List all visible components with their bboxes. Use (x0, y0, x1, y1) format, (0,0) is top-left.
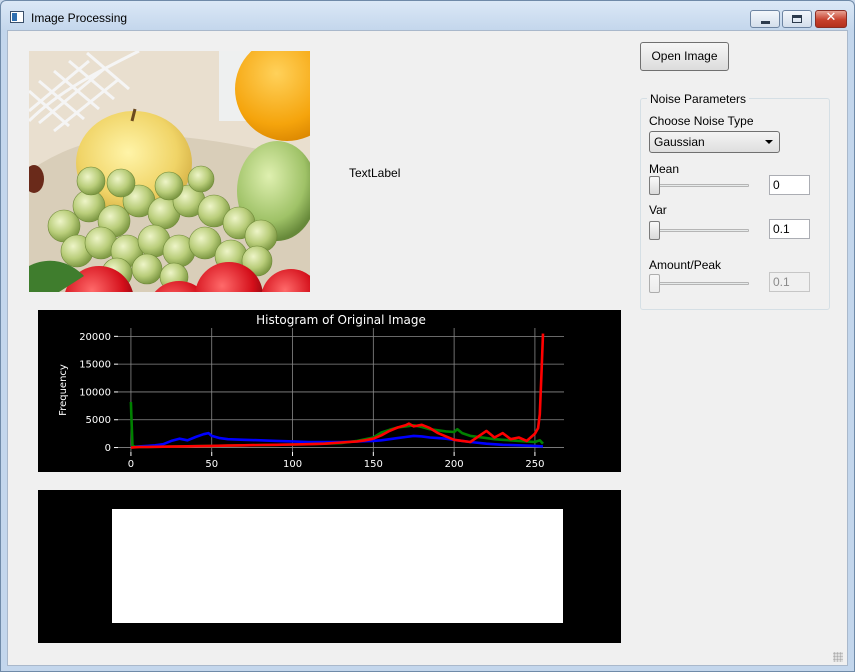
x-tick-label: 50 (205, 459, 218, 470)
close-button[interactable]: ✕ (815, 10, 847, 28)
original-image (29, 51, 310, 292)
var-input[interactable]: 0.1 (769, 219, 810, 239)
fruit-photo (29, 51, 310, 292)
noise-type-select[interactable]: Gaussian (649, 131, 780, 153)
window-title: Image Processing (31, 11, 128, 25)
noise-parameters-title: Noise Parameters (647, 92, 750, 106)
slider-handle[interactable] (649, 274, 660, 293)
var-slider[interactable] (649, 221, 750, 241)
x-tick-label: 100 (283, 459, 302, 470)
open-image-button[interactable]: Open Image (640, 42, 729, 71)
y-tick-label: 20000 (79, 332, 111, 343)
y-tick-label: 15000 (79, 360, 111, 371)
original-histogram: 0 50 100 150 200 250 0 5000 10000 15000 20000 Histo… (38, 310, 621, 472)
series-line (130, 333, 545, 449)
var-label: Var (649, 203, 667, 217)
close-icon: ✕ (825, 10, 837, 25)
y-tick-label: 10000 (79, 387, 111, 398)
series-line (129, 401, 544, 449)
x-tick-label: 0 (128, 459, 134, 470)
noise-type-label: Choose Noise Type (649, 114, 754, 128)
y-tick-label: 0 (105, 443, 111, 454)
amount-peak-slider[interactable] (649, 274, 750, 294)
x-tick-label: 200 (445, 459, 464, 470)
main-window: Image Processing ✕ TextLabel 0 50 100 15… (0, 0, 855, 672)
title-bar[interactable]: Image Processing ✕ (1, 1, 854, 31)
slider-groove (649, 229, 749, 232)
x-tick-label: 150 (364, 459, 383, 470)
mean-slider[interactable] (649, 176, 750, 196)
histogram-chart: 0 50 100 150 200 250 0 5000 10000 15000 20000 Histo… (58, 313, 564, 470)
minimize-icon (761, 21, 770, 24)
client-area: TextLabel 0 50 100 150 200 250 0 5000 10000 15000… (7, 30, 848, 666)
processed-histogram (38, 490, 621, 643)
minimize-button[interactable] (750, 10, 780, 28)
chevron-down-icon (765, 140, 773, 144)
slider-handle[interactable] (649, 221, 660, 240)
slider-groove (649, 282, 749, 285)
y-axis-label: Frequency (58, 364, 69, 416)
slider-handle[interactable] (649, 176, 660, 195)
resize-grip[interactable] (833, 652, 843, 662)
noise-type-value: Gaussian (654, 135, 705, 149)
y-tick-label: 5000 (86, 415, 111, 426)
mean-label: Mean (649, 162, 680, 176)
text-label: TextLabel (349, 166, 401, 180)
app-window-icon (10, 11, 24, 23)
plot-area (112, 509, 563, 623)
amount-peak-label: Amount/Peak (649, 258, 722, 272)
mean-input[interactable]: 0 (769, 175, 810, 195)
chart-title: Histogram of Original Image (256, 313, 426, 327)
amount-peak-input[interactable]: 0.1 (769, 272, 810, 292)
maximize-icon (792, 15, 802, 23)
maximize-button[interactable] (782, 10, 812, 28)
x-tick-label: 250 (525, 459, 544, 470)
slider-groove (649, 184, 749, 187)
